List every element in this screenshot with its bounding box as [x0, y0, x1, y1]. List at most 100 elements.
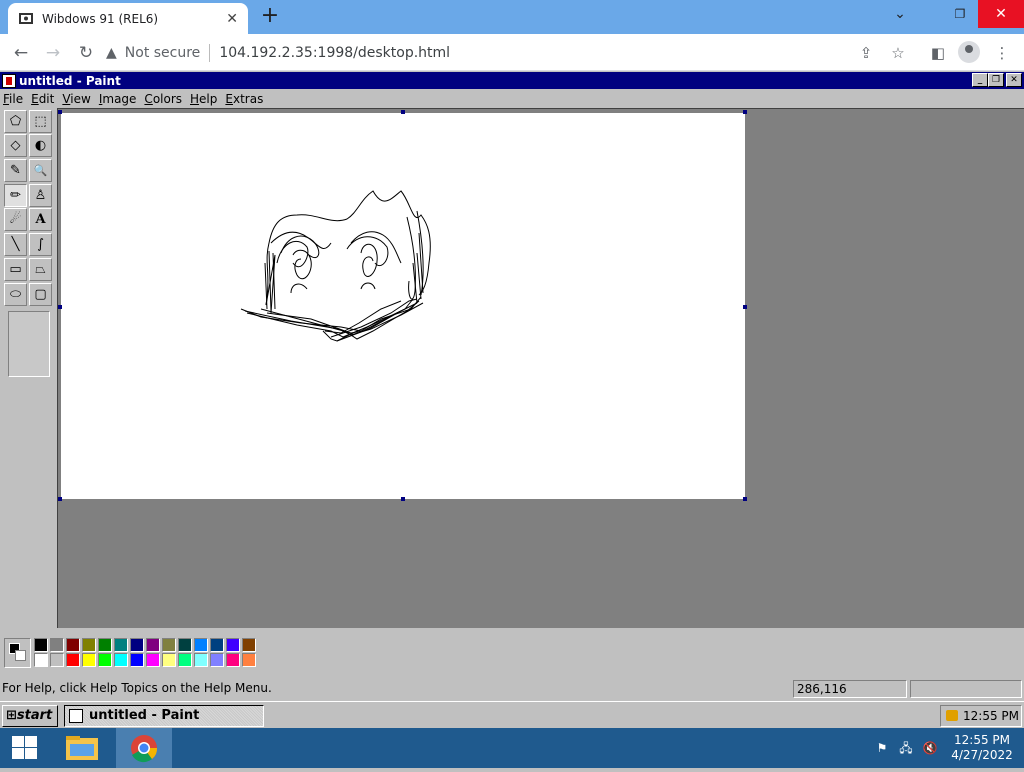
resize-handle[interactable]	[743, 497, 747, 501]
free-form-select-tool[interactable]: ⬠	[4, 110, 27, 133]
color-swatch[interactable]	[146, 653, 160, 667]
color-swatch[interactable]	[130, 638, 144, 652]
rect-select-tool[interactable]: ⬚	[29, 110, 52, 133]
menu-view[interactable]: View	[62, 92, 90, 106]
address-bar[interactable]: ▲ Not secure 104.192.2.35:1998/desktop.h…	[106, 38, 886, 67]
tool-options-box[interactable]	[8, 311, 50, 377]
security-label[interactable]: Not secure	[125, 45, 201, 61]
chevron-down-icon[interactable]: ⌄	[880, 0, 920, 28]
side-panel-icon[interactable]: ◧	[926, 41, 950, 65]
brush-tool[interactable]: ♙	[29, 184, 52, 207]
color-swatch[interactable]	[210, 653, 224, 667]
color-swatch[interactable]	[242, 653, 256, 667]
url-text[interactable]: 104.192.2.35:1998/desktop.html	[219, 45, 450, 61]
color-swatch[interactable]	[226, 638, 240, 652]
color-swatch[interactable]	[130, 653, 144, 667]
browser-tab[interactable]: Wibdows 91 (REL6) ✕	[8, 3, 248, 34]
drawing-canvas[interactable]	[61, 113, 745, 499]
menu-image[interactable]: Image	[99, 92, 137, 106]
host-clock[interactable]: 12:55 PM 4/27/2022	[944, 733, 1020, 763]
menu-file[interactable]: File	[3, 92, 23, 106]
resize-handle[interactable]	[58, 305, 62, 309]
color-swatch[interactable]	[210, 638, 224, 652]
color-swatch[interactable]	[178, 638, 192, 652]
back-arrow-icon[interactable]: ←	[8, 40, 34, 66]
chrome-icon[interactable]	[116, 728, 172, 768]
color-swatch[interactable]	[50, 653, 64, 667]
current-colors[interactable]	[4, 638, 31, 668]
color-swatch[interactable]	[114, 653, 128, 667]
color-swatch[interactable]	[194, 638, 208, 652]
fill-tool[interactable]: ◐	[29, 134, 52, 157]
paint-minimize-button[interactable]: _	[972, 73, 988, 87]
more-menu-icon[interactable]: ⋮	[990, 41, 1014, 65]
resize-handle[interactable]	[58, 110, 62, 114]
new-tab-button[interactable]: +	[258, 5, 282, 29]
paint-app-icon[interactable]	[2, 73, 16, 88]
color-swatch[interactable]	[66, 638, 80, 652]
curve-tool[interactable]: ∫	[29, 233, 52, 256]
color-swatch[interactable]	[98, 638, 112, 652]
polygon-tool[interactable]: ⏢	[29, 258, 52, 281]
rounded-rectangle-tool[interactable]: ▢	[29, 283, 52, 306]
menu-edit[interactable]: Edit	[31, 92, 54, 106]
resize-handle[interactable]	[401, 110, 405, 114]
restore-window-button[interactable]: ❐	[940, 0, 980, 28]
color-swatch[interactable]	[34, 653, 48, 667]
resize-handle[interactable]	[58, 497, 62, 501]
taskbar-item-paint[interactable]: untitled - Paint	[64, 705, 264, 727]
magnifier-tool[interactable]: 🔍	[29, 159, 52, 182]
color-swatch[interactable]	[50, 638, 64, 652]
resize-handle[interactable]	[743, 110, 747, 114]
text-tool[interactable]: A	[29, 208, 52, 231]
menu-extras[interactable]: Extras	[225, 92, 263, 106]
color-swatch[interactable]	[66, 653, 80, 667]
airbrush-tool[interactable]: ☄	[4, 208, 27, 231]
color-swatch[interactable]	[146, 638, 160, 652]
profile-avatar[interactable]	[958, 41, 980, 63]
color-swatch[interactable]	[178, 653, 192, 667]
paint-restore-button[interactable]: ❐	[988, 73, 1004, 87]
bookmark-star-icon[interactable]: ☆	[886, 41, 910, 65]
color-swatch[interactable]	[194, 653, 208, 667]
start-button[interactable]: ⊞start	[2, 705, 58, 727]
color-swatch[interactable]	[82, 638, 96, 652]
color-swatch[interactable]	[98, 653, 112, 667]
file-explorer-icon[interactable]	[54, 728, 110, 768]
emulated-taskbar: ⊞start untitled - Paint 12:55 PM	[0, 701, 1024, 728]
address-divider	[209, 43, 211, 62]
eraser-tool[interactable]: ◇	[4, 134, 27, 157]
windows-start-icon[interactable]	[10, 736, 38, 760]
windows-flag-icon: ⊞	[6, 708, 17, 723]
status-coordinates: 286,116	[793, 680, 907, 698]
resize-handle[interactable]	[743, 305, 747, 309]
color-swatch[interactable]	[242, 638, 256, 652]
pencil-tool[interactable]: ✏	[4, 184, 27, 207]
resize-handle[interactable]	[401, 497, 405, 501]
color-swatch[interactable]	[114, 638, 128, 652]
tray-clock: 12:55 PM	[963, 709, 1019, 723]
browser-toolbar: ← → ↻ ▲ Not secure 104.192.2.35:1998/des…	[0, 34, 1024, 71]
rectangle-tool[interactable]: ▭	[4, 258, 27, 281]
color-swatch[interactable]	[162, 653, 176, 667]
menu-help[interactable]: Help	[190, 92, 217, 106]
color-swatch[interactable]	[34, 638, 48, 652]
key-icon[interactable]	[946, 710, 958, 721]
forward-arrow-icon[interactable]: →	[40, 40, 66, 66]
color-swatch[interactable]	[226, 653, 240, 667]
flag-alert-icon[interactable]: ⚑	[874, 741, 890, 755]
menu-colors[interactable]: Colors	[144, 92, 182, 106]
network-icon[interactable]: 🖧	[898, 741, 914, 755]
volume-muted-icon[interactable]: 🔇	[922, 741, 938, 755]
share-icon[interactable]: ⇪	[854, 41, 878, 65]
color-picker-tool[interactable]: ✎	[4, 159, 27, 182]
reload-icon[interactable]: ↻	[73, 40, 99, 66]
ellipse-tool[interactable]: ⬭	[4, 283, 27, 306]
color-swatch[interactable]	[82, 653, 96, 667]
close-window-button[interactable]: ✕	[978, 0, 1024, 28]
close-tab-icon[interactable]: ✕	[226, 11, 238, 27]
paint-close-button[interactable]: ✕	[1006, 73, 1022, 87]
paint-title-bar: untitled - Paint	[0, 72, 1024, 89]
line-tool[interactable]: ╲	[4, 233, 27, 256]
color-swatch[interactable]	[162, 638, 176, 652]
